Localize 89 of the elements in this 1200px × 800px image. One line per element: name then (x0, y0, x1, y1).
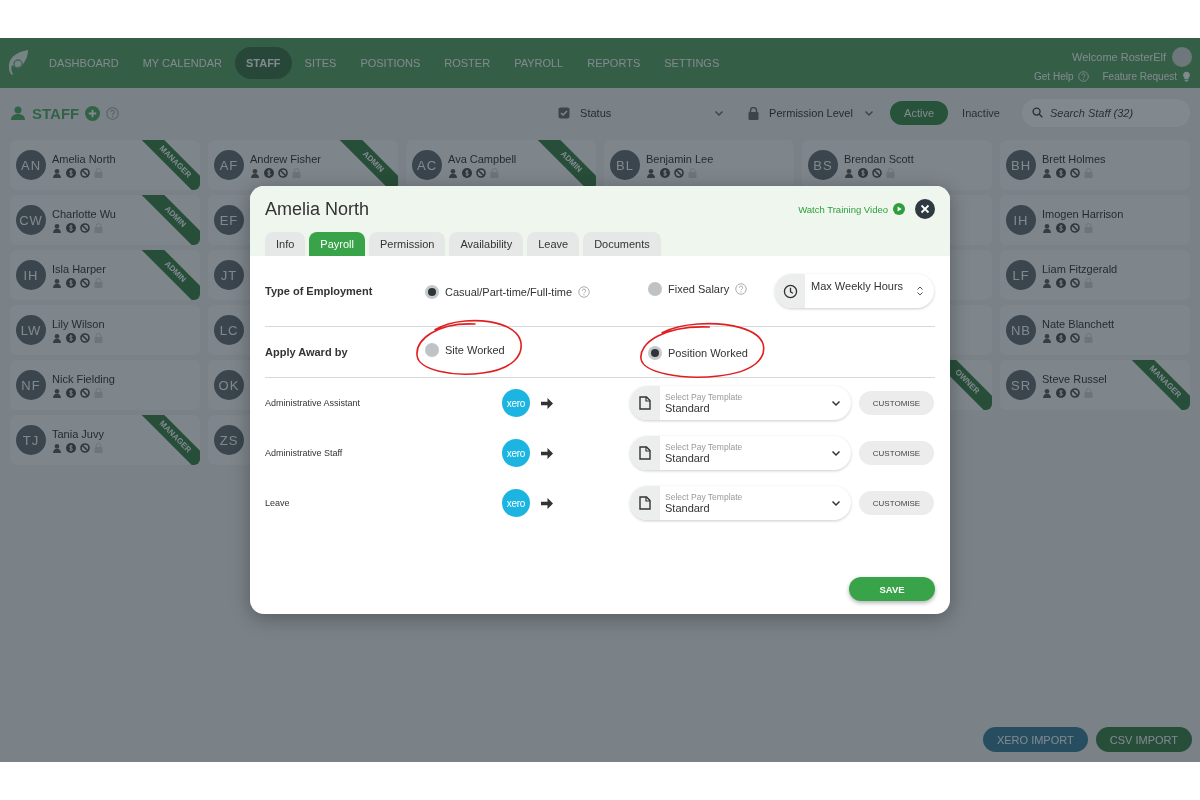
nav-item[interactable]: SETTINGS (653, 47, 731, 79)
tab[interactable]: Leave (527, 232, 580, 256)
filter-dropdown[interactable]: Permission Level (740, 99, 883, 127)
import-button[interactable]: CSV IMPORT (1095, 727, 1192, 752)
avatar: SR (1006, 370, 1036, 400)
staff-name[interactable]: Brett Holmes (1042, 152, 1106, 165)
avatar: LC (214, 315, 244, 345)
avatar: CW (16, 205, 46, 235)
nav-item[interactable]: MY CALENDAR (131, 47, 233, 79)
staff-card[interactable]: NB Nate Blanchett (1000, 305, 1190, 355)
tab[interactable]: Payroll (309, 232, 365, 256)
nav-item[interactable]: SITES (293, 47, 348, 79)
nav-item[interactable]: PAYROLL (503, 47, 575, 79)
staff-card[interactable]: LW Lily Wilson (10, 305, 200, 355)
position-name: Leave (265, 498, 291, 508)
header-link[interactable]: Feature Request (1102, 70, 1177, 82)
avatar: BS (808, 150, 838, 180)
page-title: STAFF (32, 104, 80, 122)
xero-logo: xero (502, 489, 530, 517)
staff-name[interactable]: Nick Fielding (52, 372, 115, 385)
customise-button[interactable]: CUSTOMISE (859, 491, 934, 515)
customise-button[interactable]: CUSTOMISE (859, 391, 934, 415)
avatar: OK (214, 370, 244, 400)
staff-name[interactable]: Benjamin Lee (646, 152, 714, 165)
staff-name[interactable]: Isla Harper (52, 262, 106, 275)
avatar: IH (1006, 205, 1036, 235)
pay-template-select[interactable]: Select Pay Template Standard (630, 436, 851, 470)
xero-logo: xero (502, 439, 530, 467)
avatar: NB (1006, 315, 1036, 345)
staff-card[interactable]: BS Brendan Scott (802, 140, 992, 190)
import-button[interactable]: XERO IMPORT (982, 727, 1088, 752)
staff-name[interactable]: Imogen Harrison (1042, 207, 1124, 220)
nav-item[interactable]: STAFF (234, 47, 292, 79)
pay-template-select[interactable]: Select Pay Template Standard (630, 386, 851, 420)
pay-template-select[interactable]: Select Pay Template Standard (630, 486, 851, 520)
xero-logo: xero (502, 389, 530, 417)
filter-toggle[interactable]: Inactive (948, 101, 1014, 125)
nav-item[interactable]: ROSTER (433, 47, 502, 79)
radio-label[interactable]: Position Worked (668, 347, 748, 359)
save-button[interactable]: SAVE (849, 577, 935, 601)
staff-name[interactable]: Amelia North (52, 152, 116, 165)
avatar: NF (16, 370, 46, 400)
avatar: IH (16, 260, 46, 290)
tab[interactable]: Info (265, 232, 306, 256)
staff-name[interactable]: Brendan Scott (844, 152, 914, 165)
header-link[interactable]: Get Help (1034, 70, 1074, 82)
filter-dropdown[interactable]: Status (550, 99, 733, 127)
staff-card[interactable]: IH Imogen Harrison (1000, 195, 1190, 245)
search-field[interactable]: Search Staff (32) (1022, 99, 1190, 127)
radio-label[interactable]: Fixed Salary (668, 283, 730, 295)
training-video-link[interactable]: Watch Training Video (798, 203, 888, 215)
staff-card[interactable]: BH Brett Holmes (1000, 140, 1190, 190)
staff-card[interactable]: NF Nick Fielding (10, 360, 200, 410)
nav-item[interactable]: REPORTS (576, 47, 652, 79)
filter-toggle[interactable]: Active (890, 101, 949, 125)
avatar: BH (1006, 150, 1036, 180)
field-label: Apply Award by (265, 346, 349, 358)
field-label: Type of Employment (265, 285, 374, 297)
staff-card[interactable]: LF Liam Fitzgerald (1000, 250, 1190, 300)
staff-name[interactable]: Nate Blanchett (1042, 317, 1115, 330)
nav-item[interactable]: POSITIONS (349, 47, 432, 79)
staff-name[interactable]: Liam Fitzgerald (1042, 262, 1118, 275)
position-name: Administrative Assistant (265, 398, 362, 408)
avatar: ZS (214, 425, 244, 455)
staff-name[interactable]: Tania Juvy (52, 427, 104, 440)
staff-name[interactable]: Steve Russel (1042, 372, 1107, 385)
customise-button[interactable]: CUSTOMISE (859, 441, 934, 465)
tab[interactable]: Availability (449, 232, 524, 256)
avatar: AF (214, 150, 244, 180)
staff-name[interactable]: Lily Wilson (52, 317, 105, 330)
avatar: EF (214, 205, 244, 235)
radio-label[interactable]: Casual/Part-time/Full-time (445, 286, 573, 298)
nav-item[interactable]: DASHBOARD (38, 47, 130, 79)
avatar: LF (1006, 260, 1036, 290)
radio-label[interactable]: Site Worked (445, 344, 505, 356)
tab[interactable]: Permission (369, 232, 446, 256)
avatar: JT (214, 260, 244, 290)
avatar: TJ (16, 425, 46, 455)
position-name: Administrative Staff (265, 448, 344, 458)
avatar: AC (412, 150, 442, 180)
staff-name[interactable]: Andrew Fisher (250, 152, 321, 165)
avatar: LW (16, 315, 46, 345)
avatar: AN (16, 150, 46, 180)
staff-name[interactable]: Ava Campbell (448, 152, 517, 165)
tab[interactable]: Documents (583, 232, 661, 256)
staff-name[interactable]: Charlotte Wu (52, 207, 116, 220)
avatar: BL (610, 150, 640, 180)
welcome-text: Welcome RosterElf (1072, 50, 1166, 63)
dialog-title: Amelia North (265, 198, 370, 220)
